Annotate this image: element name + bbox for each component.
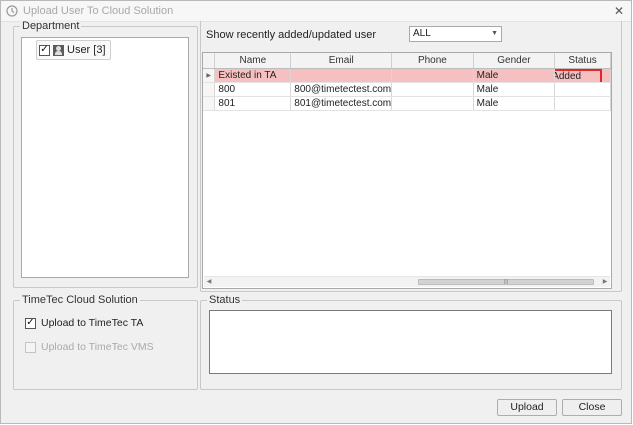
department-group-title: Department bbox=[20, 20, 82, 32]
upload-vms-checkbox bbox=[25, 341, 36, 353]
status-highlight: Added bbox=[554, 69, 603, 82]
grid-corner-header bbox=[203, 53, 216, 69]
row-indicator bbox=[203, 82, 216, 97]
cell-phone[interactable] bbox=[391, 82, 474, 97]
table-row[interactable]: 801 801@timetectest.com Male bbox=[203, 96, 611, 111]
row-indicator bbox=[203, 96, 216, 111]
cell-gender[interactable]: Male bbox=[473, 96, 556, 111]
cell-status[interactable] bbox=[554, 96, 611, 111]
filter-label: Show recently added/updated user bbox=[206, 29, 377, 41]
table-row[interactable]: 800 800@timetectest.com Male bbox=[203, 82, 611, 97]
column-header-gender[interactable]: Gender bbox=[473, 53, 556, 69]
cell-status[interactable] bbox=[554, 82, 611, 97]
upload-dialog: Upload User To Cloud Solution ✕ Departme… bbox=[0, 0, 632, 424]
cell-phone[interactable] bbox=[391, 96, 474, 111]
user-group-icon bbox=[53, 44, 64, 56]
filter-dropdown[interactable]: ALL ▼ bbox=[409, 26, 502, 42]
tree-node-user[interactable]: ✓ User [3] bbox=[36, 40, 111, 60]
chevron-down-icon: ▼ bbox=[491, 30, 498, 37]
scrollbar-thumb[interactable]: ||| bbox=[418, 279, 594, 285]
horizontal-scrollbar[interactable]: ◀ ||| ▶ bbox=[204, 276, 610, 287]
cell-gender[interactable]: Male bbox=[473, 68, 556, 83]
status-log[interactable] bbox=[209, 310, 612, 374]
close-icon[interactable]: ✕ bbox=[611, 3, 627, 19]
scroll-left-icon[interactable]: ◀ bbox=[204, 277, 214, 287]
column-header-status[interactable]: Status bbox=[554, 53, 611, 69]
filter-dropdown-value: ALL bbox=[413, 28, 431, 39]
tree-node-label: User [3] bbox=[67, 44, 106, 56]
cell-email[interactable]: 800@timetectest.com bbox=[290, 82, 393, 97]
column-header-name[interactable]: Name bbox=[214, 53, 292, 69]
grid-header-row: Name Email Phone Gender Status bbox=[203, 53, 611, 69]
cell-status[interactable]: Added bbox=[554, 68, 611, 83]
cell-name[interactable]: 801 bbox=[214, 96, 292, 111]
department-tree[interactable]: ✓ User [3] bbox=[21, 37, 189, 278]
cloud-group-title: TimeTec Cloud Solution bbox=[20, 294, 140, 306]
title-bar: Upload User To Cloud Solution ✕ bbox=[1, 1, 631, 22]
app-icon bbox=[6, 5, 18, 17]
upload-ta-option[interactable]: ✓ Upload to TimeTec TA bbox=[25, 317, 143, 329]
cell-name[interactable]: Existed in TA bbox=[214, 68, 292, 83]
user-grid[interactable]: Name Email Phone Gender Status ▶ Existed… bbox=[202, 52, 612, 289]
cell-email[interactable]: 801@timetectest.com bbox=[290, 96, 393, 111]
tree-node-checkbox[interactable]: ✓ bbox=[39, 44, 50, 56]
column-header-email[interactable]: Email bbox=[290, 53, 393, 69]
column-header-phone[interactable]: Phone bbox=[391, 53, 474, 69]
upload-vms-label: Upload to TimeTec VMS bbox=[41, 341, 154, 353]
cell-name[interactable]: 800 bbox=[214, 82, 292, 97]
cell-email[interactable] bbox=[290, 68, 393, 83]
window-title: Upload User To Cloud Solution bbox=[23, 5, 174, 17]
row-indicator-icon: ▶ bbox=[203, 68, 216, 83]
upload-button[interactable]: Upload bbox=[497, 399, 557, 416]
scroll-right-icon[interactable]: ▶ bbox=[600, 277, 610, 287]
upload-vms-option: Upload to TimeTec VMS bbox=[25, 341, 154, 353]
table-row[interactable]: ▶ Existed in TA Male Added bbox=[203, 68, 611, 83]
close-button[interactable]: Close bbox=[562, 399, 622, 416]
upload-ta-label: Upload to TimeTec TA bbox=[41, 317, 144, 329]
upload-ta-checkbox[interactable]: ✓ bbox=[25, 317, 36, 329]
cell-phone[interactable] bbox=[391, 68, 474, 83]
cell-gender[interactable]: Male bbox=[473, 82, 556, 97]
status-group-title: Status bbox=[207, 294, 243, 306]
